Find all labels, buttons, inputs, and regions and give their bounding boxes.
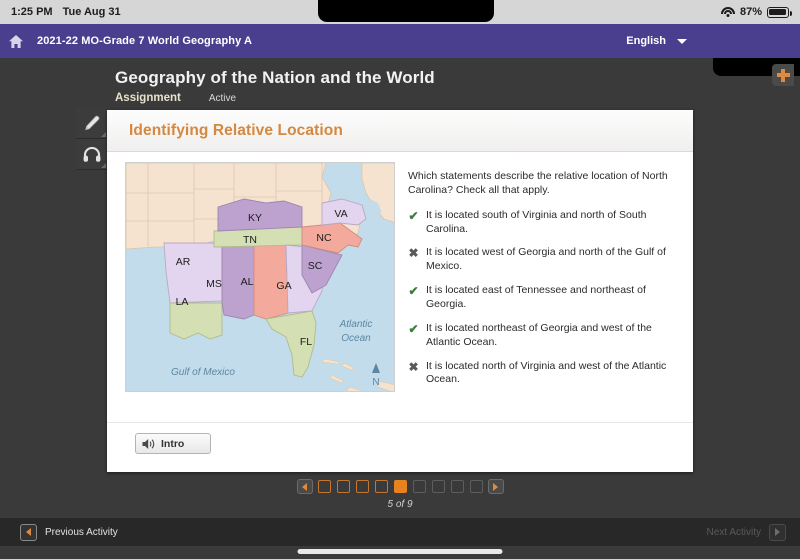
triangle-right-icon [769, 523, 786, 541]
lesson-footer: Intro [107, 422, 693, 472]
triangle-right-icon [493, 482, 498, 491]
answer-option[interactable]: ✔ It is located south of Virginia and no… [408, 209, 677, 237]
add-button[interactable] [772, 64, 794, 86]
lesson-card: Identifying Relative Location KY VA TN N… [107, 110, 693, 472]
course-title: 2021-22 MO-Grade 7 World Geography A [37, 35, 253, 47]
map-label-atlantic-line1: Atlantic [339, 319, 373, 330]
previous-activity-label: Previous Activity [45, 526, 118, 538]
map-label-nc: NC [316, 232, 332, 244]
home-icon [9, 34, 23, 48]
question-prompt: Which statements describe the relative l… [408, 170, 668, 196]
map-label-ar: AR [176, 256, 191, 268]
highlighter-tool-button[interactable] [76, 108, 107, 139]
pager-dot-7[interactable] [431, 480, 445, 493]
map-label-ky: KY [248, 212, 262, 224]
ios-home-indicator[interactable] [297, 549, 503, 554]
cross-icon: ✖ [408, 359, 419, 374]
slide-pager: 5 of 9 [0, 479, 800, 510]
chevron-down-icon [677, 38, 687, 44]
map-label-al: AL [241, 276, 254, 288]
check-icon: ✔ [408, 208, 419, 223]
map-label-ga: GA [276, 280, 291, 292]
map-label-la: LA [176, 296, 189, 308]
pager-dot-2[interactable] [336, 480, 350, 493]
svg-text:N: N [372, 377, 379, 388]
wifi-icon [720, 6, 735, 18]
status-date: Tue Aug 31 [62, 6, 121, 18]
redaction-notch [318, 0, 494, 22]
southeast-us-map[interactable]: KY VA TN NC SC AR MS AL GA LA FL Atlanti… [125, 162, 395, 392]
app-header: 2021-22 MO-Grade 7 World Geography A Eng… [0, 24, 800, 58]
map-label-ms: MS [206, 278, 222, 290]
answer-option[interactable]: ✔ It is located east of Tennessee and no… [408, 284, 677, 312]
pager-dot-9[interactable] [469, 480, 483, 493]
answer-list: ✔ It is located south of Virginia and no… [408, 209, 677, 388]
answer-option[interactable]: ✖ It is located north of Virginia and we… [408, 360, 677, 388]
plus-icon [776, 68, 790, 82]
map-label-va: VA [334, 208, 347, 220]
activity-nav-bar: Previous Activity Next Activity [0, 518, 800, 546]
status-badge: Active [208, 93, 237, 104]
question-panel: Which statements describe the relative l… [395, 162, 693, 397]
status-bar-right: 87% [720, 6, 792, 18]
lesson-card-header: Identifying Relative Location [107, 110, 693, 152]
triangle-left-icon [20, 523, 37, 541]
intro-audio-button[interactable]: Intro [135, 433, 211, 454]
page-subheader: Assignment Active [115, 92, 236, 104]
pager-count-label: 5 of 9 [387, 499, 413, 510]
cross-icon: ✖ [408, 246, 419, 261]
status-time: 1:25 PM [11, 6, 53, 18]
language-label: English [626, 35, 666, 47]
pager-dot-8[interactable] [450, 480, 464, 493]
answer-text: It is located south of Virginia and nort… [426, 208, 647, 235]
tool-rail [76, 108, 107, 170]
triangle-left-icon [302, 482, 307, 491]
language-selector[interactable]: English [626, 35, 687, 47]
pager-prev-button[interactable] [296, 479, 313, 494]
answer-text: It is located east of Tennessee and nort… [426, 284, 646, 311]
pager-dot-4[interactable] [374, 480, 388, 493]
headphones-icon [83, 146, 100, 162]
assignment-type-label: Assignment [115, 92, 181, 104]
lesson-title: Identifying Relative Location [129, 121, 343, 139]
pager-dot-6[interactable] [412, 480, 426, 493]
pager-dot-5[interactable] [393, 480, 407, 493]
map-label-tn: TN [243, 234, 257, 246]
next-activity-button[interactable]: Next Activity [706, 523, 786, 541]
pencil-icon [85, 115, 100, 130]
check-icon: ✔ [408, 321, 419, 336]
map-label-fl: FL [300, 336, 312, 348]
status-bar-left: 1:25 PM Tue Aug 31 [11, 6, 121, 18]
battery-icon [767, 6, 792, 18]
home-button[interactable] [0, 34, 28, 49]
answer-text: It is located north of Virginia and west… [426, 359, 667, 386]
map-label-atlantic-line2: Ocean [341, 333, 371, 344]
ipad-screen: 1:25 PM Tue Aug 31 87% 2021-22 MO-Grade … [0, 0, 800, 559]
previous-activity-button[interactable]: Previous Activity [20, 523, 118, 541]
map-graphic: KY VA TN NC SC AR MS AL GA LA FL Atlanti… [126, 163, 394, 391]
map-label-gulf: Gulf of Mexico [171, 367, 235, 378]
answer-text: It is located west of Georgia and north … [426, 246, 666, 273]
intro-audio-label: Intro [161, 437, 185, 450]
next-activity-label: Next Activity [706, 526, 761, 538]
map-label-sc: SC [308, 260, 323, 272]
answer-text: It is located northeast of Georgia and w… [426, 321, 652, 348]
page-title: Geography of the Nation and the World [115, 68, 435, 87]
battery-percent: 87% [739, 6, 762, 18]
pager-dot-3[interactable] [355, 480, 369, 493]
pager-controls [296, 479, 504, 494]
pager-dot-1[interactable] [317, 480, 331, 493]
check-icon: ✔ [408, 284, 419, 299]
lesson-card-body: KY VA TN NC SC AR MS AL GA LA FL Atlanti… [107, 152, 693, 397]
speaker-icon [142, 438, 155, 449]
answer-option[interactable]: ✔ It is located northeast of Georgia and… [408, 322, 677, 350]
audio-tool-button[interactable] [76, 139, 107, 170]
answer-option[interactable]: ✖ It is located west of Georgia and nort… [408, 246, 677, 274]
pager-next-button[interactable] [487, 479, 504, 494]
